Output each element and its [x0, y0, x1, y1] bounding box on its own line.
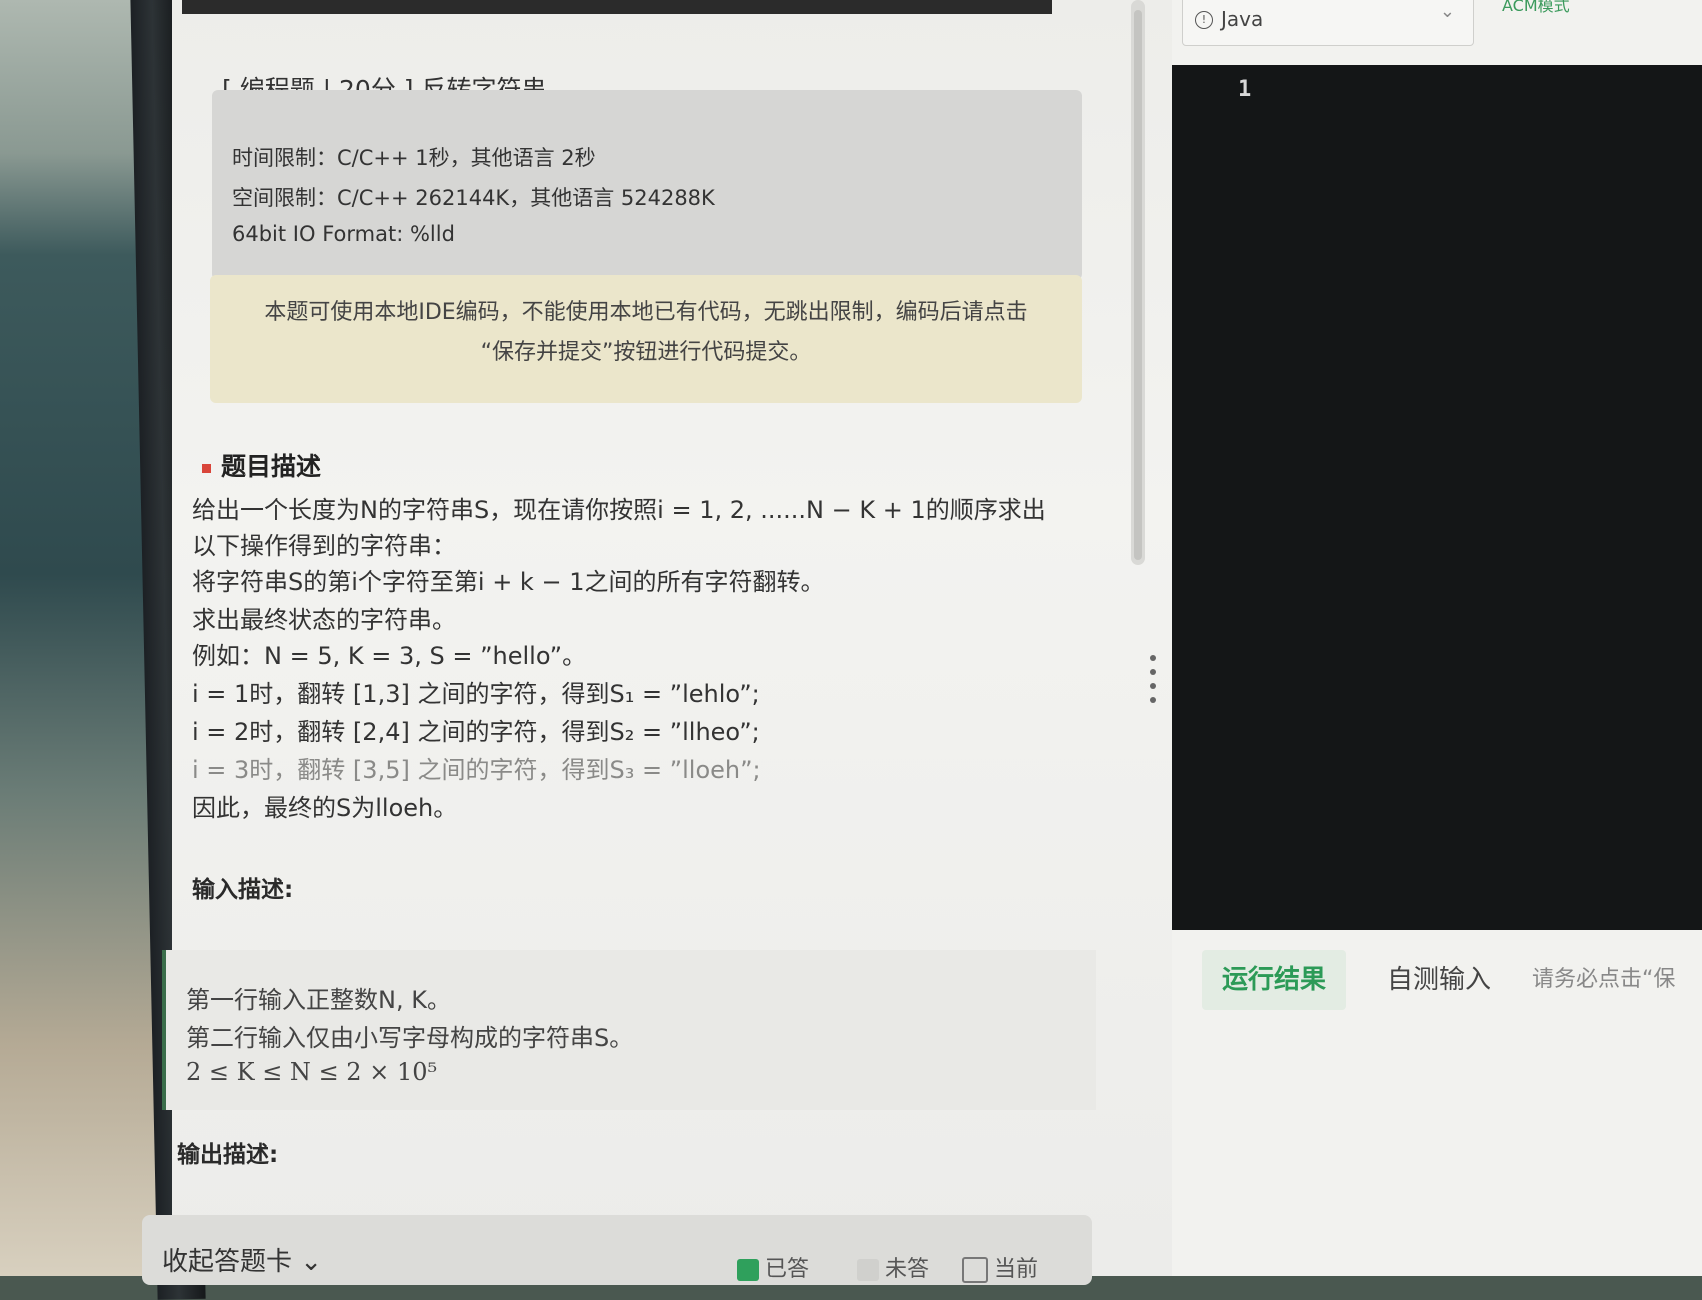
input-line: 第一行输入正整数N, K。: [186, 986, 451, 1014]
top-strip: [182, 0, 1052, 14]
notice-box: 本题可使用本地IDE编码，不能使用本地已有代码，无跳出限制，编码后请点击 “保存…: [210, 275, 1082, 403]
scrollbar-thumb[interactable]: [1134, 10, 1142, 560]
desc-line: 以下操作得到的字符串：: [192, 532, 456, 560]
description-title: 题目描述: [202, 447, 321, 483]
limits-box: 时间限制：C/C++ 1秒，其他语言 2秒 空间限制：C/C++ 262144K…: [212, 90, 1082, 280]
question-panel: [ 编程题 | 20分 ] 反转字符串 时间限制：C/C++ 1秒，其他语言 2…: [142, 0, 1172, 1285]
output-title: 输出描述:: [177, 1142, 279, 1168]
editor-panel: ! Java ⌄ ACM模式 1 运行结果 自测输入 请务必点击“保: [1172, 0, 1702, 1276]
notice-line-2: “保存并提交”按钮进行代码提交。: [480, 340, 812, 365]
desc-line: i = 3时，翻转 [3,5] 之间的字符，得到S₃ = ”lloeh”;: [192, 756, 761, 784]
answer-card-bar: 收起答题卡 ⌄ 已答 未答 当前: [142, 1215, 1092, 1285]
unanswered-swatch-icon: [857, 1259, 879, 1281]
screen: [ 编程题 | 20分 ] 反转字符串 时间限制：C/C++ 1秒，其他语言 2…: [142, 0, 1702, 1285]
language-value: Java: [1221, 7, 1264, 31]
info-icon: !: [1195, 11, 1213, 29]
tab-self-test[interactable]: 自测输入: [1367, 950, 1511, 1010]
line-number: 1: [1238, 77, 1252, 102]
input-description: 第一行输入正整数N, K。 第二行输入仅由小写字母构成的字符串S。 2 ≤ K …: [162, 950, 1096, 1110]
legend-current: 当前: [962, 1251, 1038, 1283]
desc-line: 求出最终状态的字符串。: [192, 606, 456, 634]
desc-line: 例如：N = 5, K = 3, S = ”hello”。: [192, 642, 587, 670]
space-limit: 空间限制：C/C++ 262144K，其他语言 524288K: [232, 186, 715, 210]
language-select[interactable]: ! Java ⌄: [1182, 0, 1474, 46]
answered-swatch-icon: [737, 1259, 759, 1281]
legend-unanswered: 未答: [857, 1251, 929, 1283]
desc-line: i = 1时，翻转 [1,3] 之间的字符，得到S₁ = ”lehlo”;: [192, 680, 760, 708]
save-hint-text: 请务必点击“保: [1532, 967, 1676, 992]
desc-line: 因此，最终的S为lloeh。: [192, 794, 458, 822]
collapse-answer-card-button[interactable]: 收起答题卡 ⌄: [162, 1241, 322, 1278]
section-marker-icon: [202, 463, 211, 473]
chevron-down-icon: ⌄: [1439, 1, 1455, 22]
tab-run-result[interactable]: 运行结果: [1202, 950, 1347, 1010]
io-format: 64bit IO Format: %lld: [232, 222, 455, 246]
legend-answered: 已答: [737, 1251, 809, 1283]
desc-line: 给出一个长度为N的字符串S，现在请你按照i = 1, 2, ......N − …: [192, 496, 1046, 524]
result-tabs: 运行结果 自测输入 请务必点击“保: [1172, 940, 1702, 1015]
description-title-text: 题目描述: [221, 452, 322, 481]
panel-resize-handle[interactable]: [1150, 655, 1158, 711]
mode-indicator[interactable]: ACM模式: [1502, 0, 1570, 16]
code-editor[interactable]: 1: [1172, 65, 1702, 930]
desc-line: i = 2时，翻转 [2,4] 之间的字符，得到S₂ = ”llheo”;: [192, 718, 760, 746]
input-line: 第二行输入仅由小写字母构成的字符串S。: [186, 1024, 634, 1052]
input-line: 2 ≤ K ≤ N ≤ 2 × 10⁵: [186, 1058, 438, 1086]
desc-line: 将字符串S的第i个字符至第i + k − 1之间的所有字符翻转。: [192, 568, 825, 596]
time-limit: 时间限制：C/C++ 1秒，其他语言 2秒: [232, 146, 596, 170]
current-swatch-icon: [962, 1257, 988, 1283]
input-title: 输入描述:: [192, 877, 294, 903]
notice-line-1: 本题可使用本地IDE编码，不能使用本地已有代码，无跳出限制，编码后请点击: [264, 300, 1028, 325]
